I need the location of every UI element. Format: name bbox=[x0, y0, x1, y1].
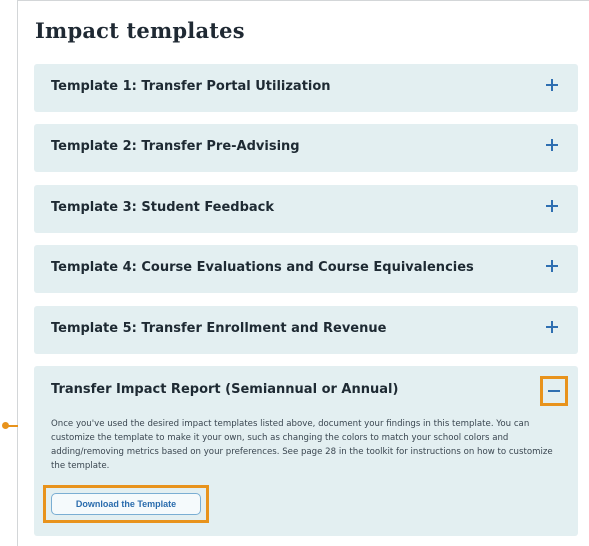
frame-left-border bbox=[17, 0, 18, 546]
accordion-label: Template 4: Course Evaluations and Cours… bbox=[51, 260, 474, 275]
frame-top-border bbox=[17, 0, 589, 1]
plus-icon[interactable] bbox=[544, 77, 560, 93]
accordion-label: Template 5: Transfer Enrollment and Reve… bbox=[51, 321, 387, 336]
accordion-template-2[interactable]: Template 2: Transfer Pre-Advising bbox=[34, 124, 578, 172]
page-title: Impact templates bbox=[35, 18, 245, 43]
plus-icon[interactable] bbox=[544, 258, 560, 274]
accordion-template-3[interactable]: Template 3: Student Feedback bbox=[34, 185, 578, 233]
plus-icon[interactable] bbox=[544, 137, 560, 153]
accordion-template-1[interactable]: Template 1: Transfer Portal Utilization bbox=[34, 64, 578, 112]
minus-icon[interactable] bbox=[548, 390, 560, 392]
accordion-template-5[interactable]: Template 5: Transfer Enrollment and Reve… bbox=[34, 306, 578, 354]
accordion-template-4[interactable]: Template 4: Course Evaluations and Cours… bbox=[34, 245, 578, 293]
accordion-label: Template 1: Transfer Portal Utilization bbox=[51, 79, 331, 94]
accordion-label[interactable]: Transfer Impact Report (Semiannual or An… bbox=[51, 382, 398, 397]
plus-icon[interactable] bbox=[544, 319, 560, 335]
download-template-button[interactable]: Download the Template bbox=[51, 493, 201, 515]
accordion-label: Template 3: Student Feedback bbox=[51, 200, 275, 215]
accordion-transfer-impact-report: Transfer Impact Report (Semiannual or An… bbox=[34, 366, 578, 536]
plus-icon[interactable] bbox=[544, 198, 560, 214]
callout-connector-line bbox=[8, 425, 18, 427]
collapse-button-highlight[interactable] bbox=[540, 376, 568, 406]
accordion-body-text: Once you've used the desired impact temp… bbox=[51, 419, 553, 471]
accordion-label: Template 2: Transfer Pre-Advising bbox=[51, 139, 300, 154]
